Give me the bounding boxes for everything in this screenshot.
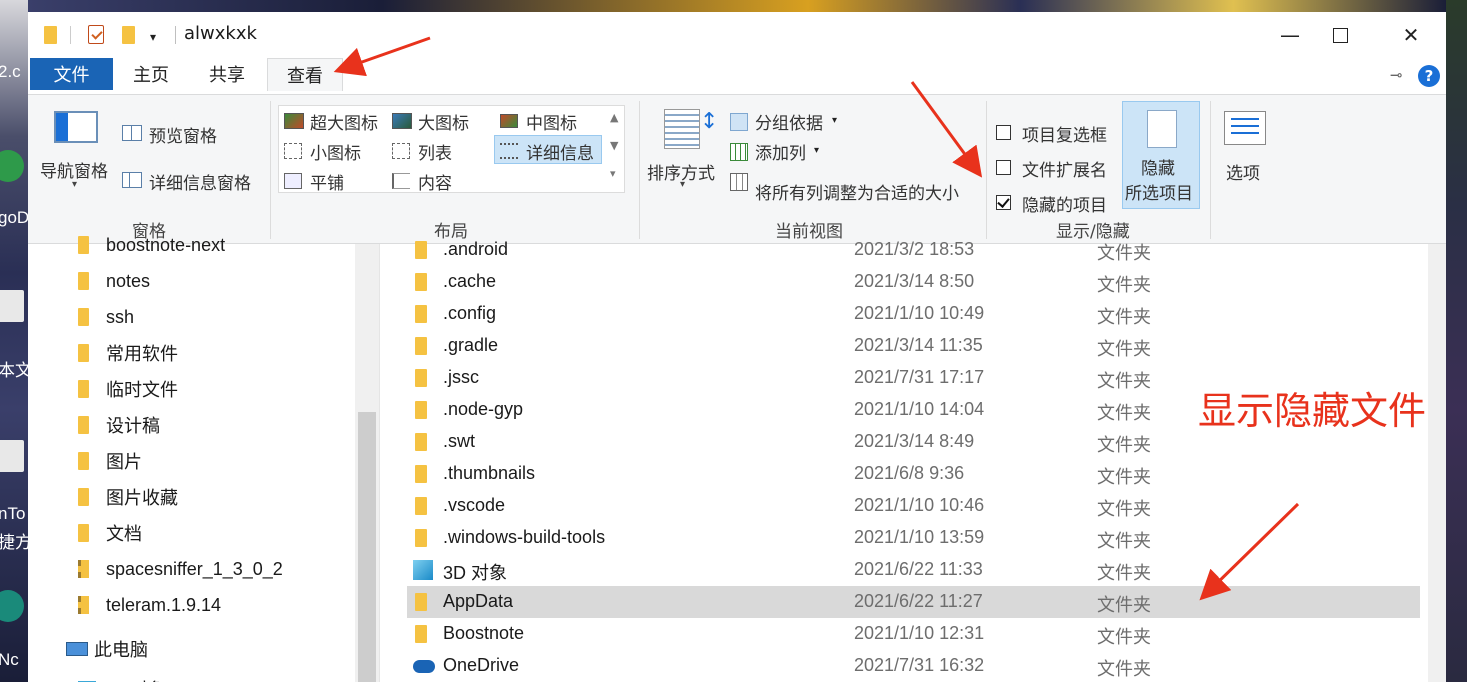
arrow-to-appdata [1199,502,1300,601]
arrow-to-hidden-items [910,81,983,178]
arrow-to-view-tab [333,36,431,77]
annotation-arrows [333,36,1300,601]
